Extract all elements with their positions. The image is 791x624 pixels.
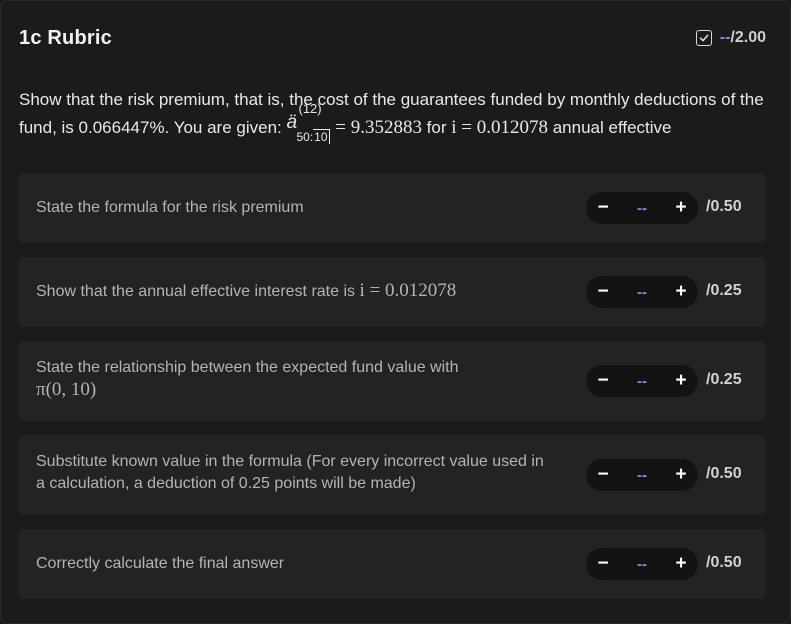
- rubric-item: Show that the annual effective interest …: [18, 257, 766, 327]
- score-stepper: − -- +: [586, 459, 698, 491]
- decrement-button[interactable]: −: [592, 281, 614, 303]
- decrement-button[interactable]: −: [592, 464, 614, 486]
- score-stepper: − -- +: [586, 192, 698, 224]
- score-stepper: − -- +: [586, 365, 698, 397]
- increment-button[interactable]: +: [670, 370, 692, 392]
- decrement-button[interactable]: −: [592, 370, 614, 392]
- increment-button[interactable]: +: [670, 197, 692, 219]
- rubric-item: Correctly calculate the final answer − -…: [18, 529, 766, 599]
- rubric-item: State the relationship between the expec…: [18, 341, 766, 421]
- annuity-symbol: ä (12) 50:10: [286, 101, 330, 144]
- max-points: /0.50: [706, 198, 742, 215]
- rubric-item-label: Correctly calculate the final answer: [36, 555, 285, 572]
- rubric-panel: 1c Rubric --/2.00 Show that the risk pre…: [0, 0, 791, 624]
- total-score-value: --: [719, 29, 731, 46]
- total-score: --/2.00: [695, 29, 766, 47]
- max-points: /0.50: [706, 465, 742, 482]
- rubric-header: 1c Rubric --/2.00: [19, 27, 766, 55]
- rubric-item-label: Show that the annual effective interest …: [36, 280, 457, 301]
- increment-button[interactable]: +: [670, 464, 692, 486]
- max-points: /0.25: [706, 371, 742, 388]
- rubric-item-label: State the formula for the risk premium: [36, 199, 304, 216]
- max-points: /0.50: [706, 554, 742, 571]
- checkbox-check-icon[interactable]: [695, 30, 712, 46]
- score-value[interactable]: --: [637, 284, 647, 301]
- score-value[interactable]: --: [637, 556, 647, 573]
- rubric-item: Substitute known value in the formula (F…: [18, 435, 766, 515]
- score-stepper: − -- +: [586, 548, 698, 580]
- rubric-item-label: Substitute known value in the formula (F…: [36, 453, 544, 492]
- increment-button[interactable]: +: [670, 553, 692, 575]
- total-score-max: /2.00: [730, 29, 766, 46]
- decrement-button[interactable]: −: [592, 197, 614, 219]
- rubric-item-label: State the relationship between the expec…: [36, 359, 459, 400]
- question-text: Show that the risk premium, that is, the…: [19, 90, 764, 144]
- rubric-item: State the formula for the risk premium −…: [18, 173, 766, 243]
- rubric-title: 1c Rubric: [19, 27, 112, 49]
- score-value[interactable]: --: [637, 373, 647, 390]
- score-value[interactable]: --: [637, 200, 647, 217]
- score-stepper: − -- +: [586, 276, 698, 308]
- score-value[interactable]: --: [637, 467, 647, 484]
- increment-button[interactable]: +: [670, 281, 692, 303]
- max-points: /0.25: [706, 282, 742, 299]
- decrement-button[interactable]: −: [592, 553, 614, 575]
